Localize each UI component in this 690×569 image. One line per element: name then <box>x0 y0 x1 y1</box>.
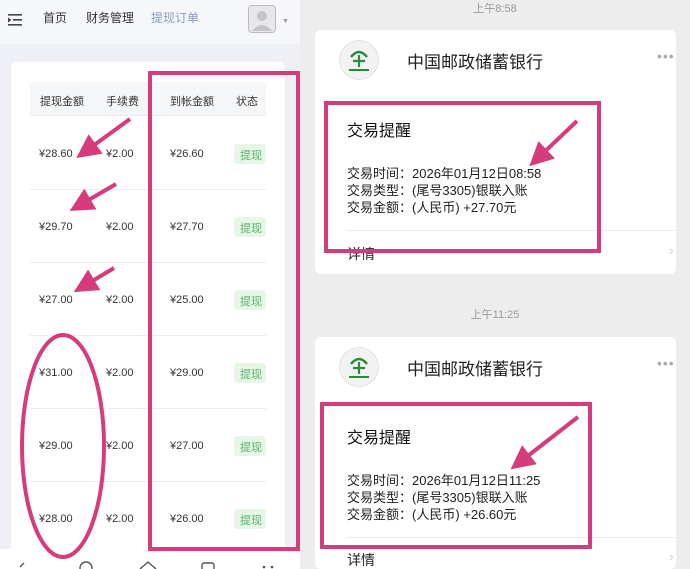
received-amount: ¥29.00 <box>170 367 204 379</box>
message-title: 交易提醒 <box>347 123 412 140</box>
breadcrumb-home[interactable]: 首页 <box>43 9 67 26</box>
col-status: 状态 <box>236 96 258 108</box>
col-withdraw-amount: 提现金额 <box>40 96 84 108</box>
withdraw-amount: ¥28.60 <box>39 148 73 160</box>
status-badge: 提现 <box>234 290 266 310</box>
received-amount: ¥25.00 <box>170 294 204 306</box>
user-icon <box>252 11 272 31</box>
back-icon <box>19 562 25 568</box>
status-badge: 提现 <box>234 144 266 164</box>
sender-name: 中国邮政储蓄银行 <box>407 53 543 72</box>
sender-name: 中国邮政储蓄银行 <box>407 360 543 379</box>
chevron-right-icon[interactable]: › <box>669 548 674 564</box>
status-badge: 提现 <box>234 217 266 237</box>
breadcrumb-withdraw-orders[interactable]: 提现订单 <box>151 9 199 26</box>
breadcrumb-finance[interactable]: 财务管理 <box>86 9 134 26</box>
fee: ¥2.00 <box>106 513 134 525</box>
fee: ¥2.00 <box>106 367 134 379</box>
message-card[interactable]: 中国邮政储蓄银行 ••• 交易提醒 交易时间：2026年01月12日11:25 … <box>315 337 681 569</box>
status-badge: 提现 <box>234 363 266 383</box>
more-icon[interactable]: ••• <box>657 355 675 371</box>
details-link[interactable]: 详情 <box>347 244 375 264</box>
received-amount: ¥26.00 <box>170 513 204 525</box>
details-link[interactable]: 详情 <box>347 550 375 569</box>
chevron-right-icon[interactable]: › <box>669 242 674 258</box>
bank-chat-panel: 上午8:58 中国邮政储蓄银行 ••• 交易提醒 交易时间：2026年01月12… <box>300 0 690 569</box>
more-icon <box>262 565 266 569</box>
up-icon <box>139 561 157 569</box>
col-received-amount: 到帐金额 <box>170 96 214 108</box>
withdraw-amount: ¥29.70 <box>39 221 73 233</box>
tabs-icon <box>201 562 215 569</box>
admin-panel: 首页 财务管理 提现订单 ▼ 提现金额 手续费 到帐金额 状态 ¥28.60 ¥… <box>0 0 300 569</box>
divider <box>346 537 681 538</box>
browser-bottom-bar <box>0 549 300 569</box>
transaction-amount: 交易金额：(人民币) +27.70元 <box>347 200 517 215</box>
withdraw-amount: ¥28.00 <box>39 513 73 525</box>
more-icon[interactable]: ••• <box>657 48 675 64</box>
caret-down-icon[interactable]: ▼ <box>282 18 289 25</box>
received-amount: ¥27.70 <box>170 221 204 233</box>
home-icon <box>79 561 93 569</box>
top-navbar: 首页 财务管理 提现订单 ▼ <box>0 0 300 44</box>
withdraw-amount: ¥27.00 <box>39 294 73 306</box>
transaction-amount: 交易金额：(人民币) +26.60元 <box>347 507 517 522</box>
withdraw-amount: ¥29.00 <box>39 440 73 452</box>
col-fee: 手续费 <box>106 96 139 108</box>
psbc-logo-icon <box>339 40 379 80</box>
fee: ¥2.00 <box>106 440 134 452</box>
browser-nav-icons <box>19 561 274 569</box>
withdraw-amount: ¥31.00 <box>39 367 73 379</box>
divider <box>346 230 681 231</box>
avatar[interactable] <box>248 5 276 33</box>
fee: ¥2.00 <box>106 294 134 306</box>
status-badge: 提现 <box>234 509 266 529</box>
message-timestamp: 上午11:25 <box>470 309 520 321</box>
menu-fold-icon[interactable] <box>8 13 22 27</box>
received-amount: ¥27.00 <box>170 440 204 452</box>
psbc-logo-icon <box>339 347 379 387</box>
status-badge: 提现 <box>234 436 266 456</box>
message-timestamp: 上午8:58 <box>473 3 517 15</box>
fee: ¥2.00 <box>106 221 134 233</box>
fee: ¥2.00 <box>106 148 134 160</box>
message-card[interactable]: 中国邮政储蓄银行 ••• 交易提醒 交易时间：2026年01月12日08:58 … <box>315 30 681 274</box>
message-title: 交易提醒 <box>347 430 412 447</box>
received-amount: ¥26.60 <box>170 148 204 160</box>
